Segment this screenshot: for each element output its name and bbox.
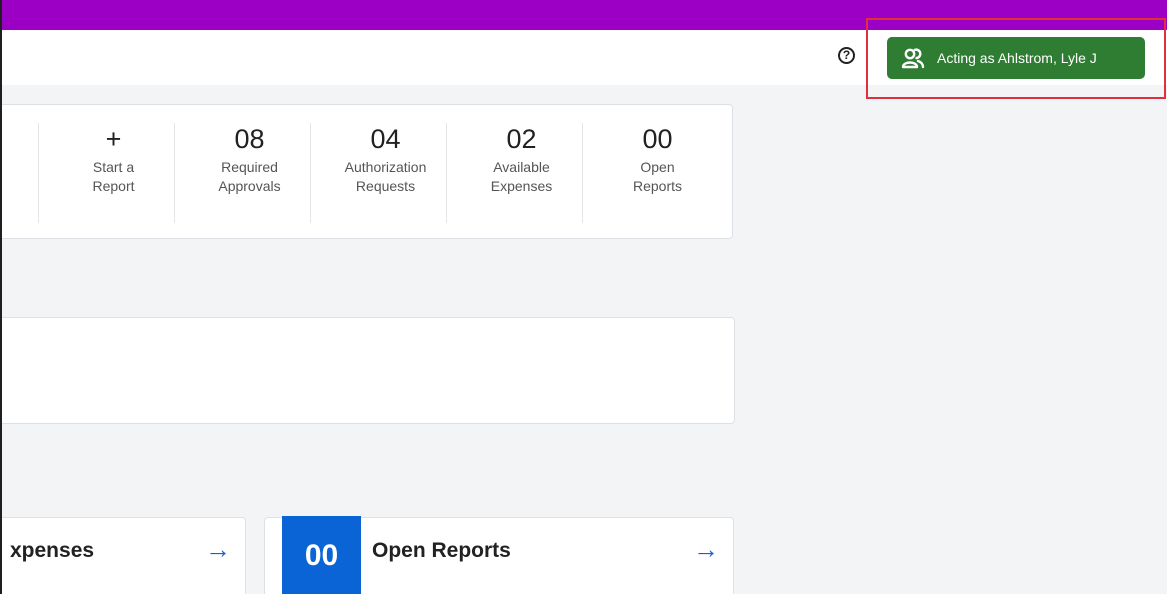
stat-count: 02	[506, 124, 537, 154]
stat-count: 04	[370, 124, 401, 154]
acting-as-label: Acting as Ahlstrom, Lyle J	[937, 50, 1097, 66]
stat-label: Required Approvals	[218, 159, 281, 194]
stat-count: 08	[234, 124, 265, 154]
stat-label: Available Expenses	[490, 159, 553, 194]
available-expenses-tile[interactable]: 02 Available Expenses	[453, 122, 590, 222]
plus-icon: +	[105, 124, 122, 154]
quick-stats-card: + Start a Report 08 Required Approvals 0…	[0, 104, 733, 239]
divider	[446, 123, 447, 223]
divider	[174, 123, 175, 223]
app-frame: ? Acting as Ahlstrom, Lyle J + Start a R…	[0, 0, 1167, 594]
stat-label: Start a Report	[92, 159, 135, 194]
card-title: xpenses	[10, 539, 95, 562]
content-card	[0, 317, 735, 424]
count-badge: 00	[282, 516, 361, 594]
divider	[582, 123, 583, 223]
required-approvals-tile[interactable]: 08 Required Approvals	[181, 122, 318, 222]
card-title: Open Reports	[372, 539, 511, 562]
stat-label: Open Reports	[632, 159, 683, 194]
top-brand-bar	[0, 0, 1167, 30]
authorization-requests-tile[interactable]: 04 Authorization Requests	[317, 122, 454, 222]
divider	[310, 123, 311, 223]
arrow-right-icon[interactable]: →	[205, 534, 231, 565]
users-icon	[901, 48, 925, 69]
available-expenses-card[interactable]: xpenses →	[0, 517, 246, 594]
help-icon[interactable]: ?	[838, 47, 855, 64]
arrow-right-icon[interactable]: →	[693, 534, 719, 565]
open-reports-card[interactable]: 00 Open Reports →	[264, 516, 734, 594]
acting-as-button[interactable]: Acting as Ahlstrom, Lyle J	[887, 37, 1145, 79]
start-report-tile[interactable]: + Start a Report	[45, 122, 182, 222]
open-reports-tile[interactable]: 00 Open Reports	[589, 122, 726, 222]
stat-count: 00	[642, 124, 673, 154]
stat-label: Authorization Requests	[344, 159, 427, 194]
divider	[38, 123, 39, 223]
window-edge	[0, 0, 2, 594]
